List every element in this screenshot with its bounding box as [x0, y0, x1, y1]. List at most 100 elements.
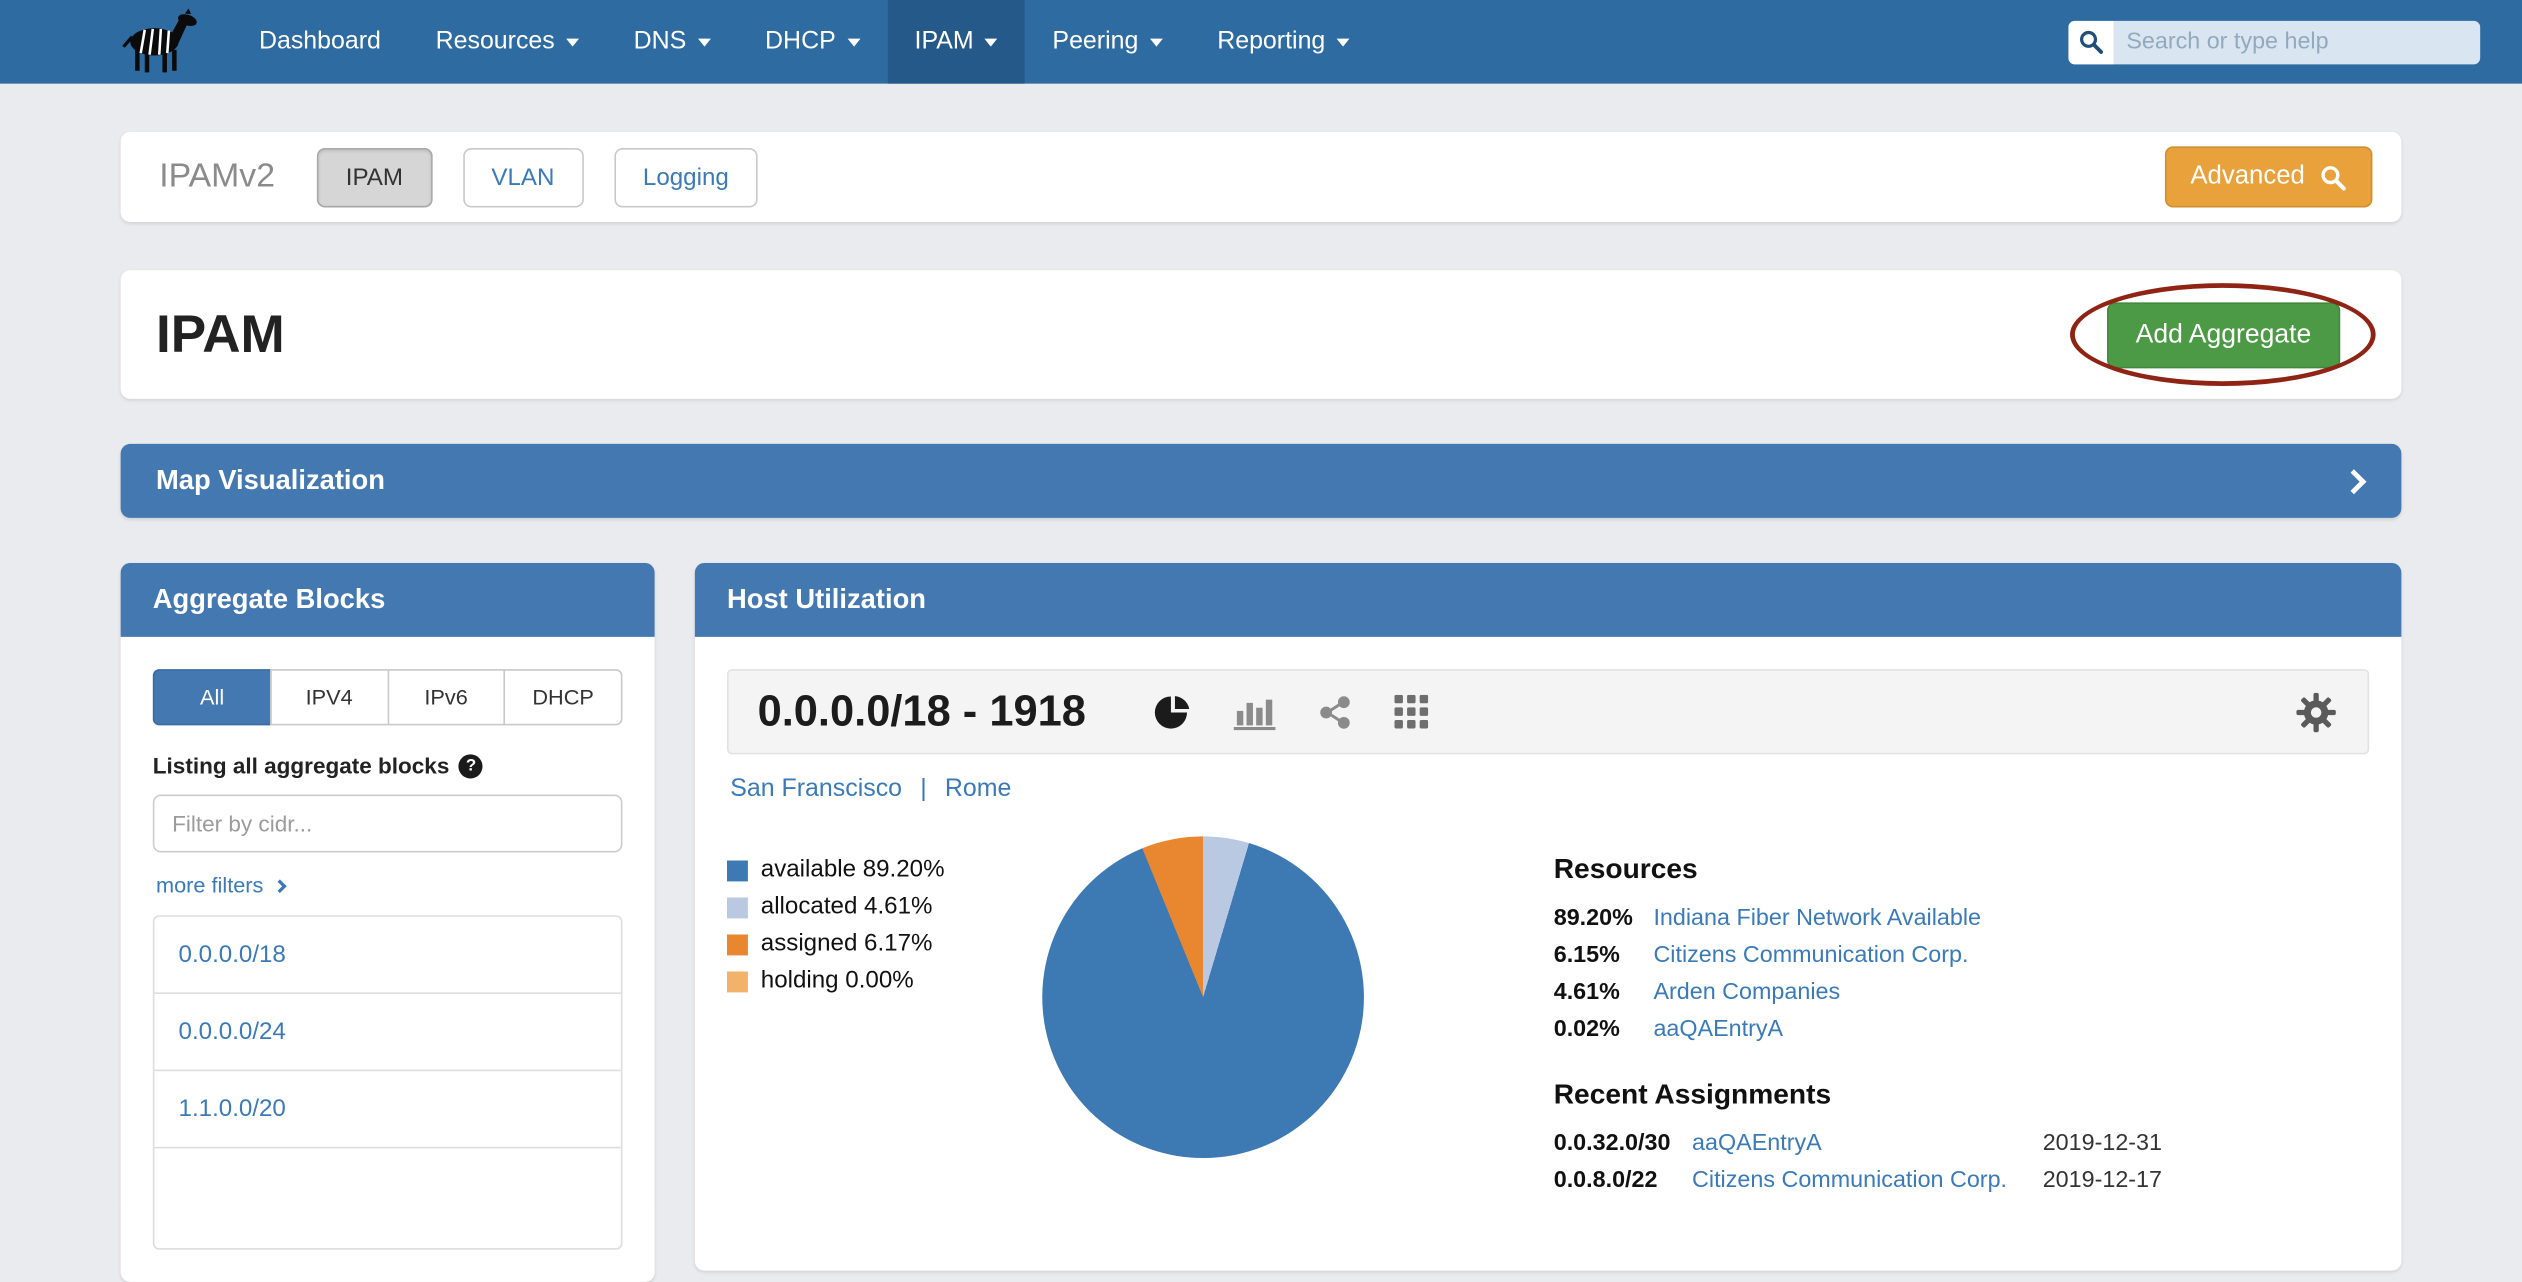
search-icon[interactable]	[2068, 20, 2113, 63]
page-header: IPAM Add Aggregate	[121, 270, 2402, 399]
nav-item-ipam[interactable]: IPAM	[887, 0, 1025, 84]
nav-item-peering[interactable]: Peering	[1025, 0, 1190, 84]
resource-row: 4.61% Arden Companies	[1554, 980, 2162, 1006]
main-columns: Aggregate Blocks All IPV4 IPv6 DHCP List…	[121, 563, 2402, 1282]
nav-item-label: IPAM	[915, 27, 974, 56]
ipamv2-toolbar: IPAMv2 IPAM VLAN Logging Advanced	[121, 132, 2402, 222]
assignment-cidr: 0.0.8.0/22	[1554, 1168, 1692, 1194]
region-link-san-franscisco[interactable]: San Franscisco	[730, 775, 902, 802]
help-icon[interactable]: ?	[459, 754, 483, 778]
resource-link[interactable]: Arden Companies	[1653, 980, 1840, 1006]
search-input[interactable]	[2113, 29, 2480, 55]
resource-link[interactable]: Citizens Communication Corp.	[1653, 943, 1968, 969]
aggregate-block-link[interactable]: 1.1.0.0/20	[154, 1071, 620, 1148]
utilization-pie-chart	[1042, 836, 1364, 1158]
aggregate-blocks-header: Aggregate Blocks	[121, 563, 655, 637]
resource-percent: 6.15%	[1554, 943, 1654, 969]
legend-label: holding 0.00%	[761, 967, 914, 994]
more-filters-link[interactable]: more filters	[156, 873, 284, 897]
page-title: IPAM	[156, 304, 285, 365]
resource-link[interactable]: Indiana Fiber Network Available	[1653, 906, 1981, 932]
add-aggregate-button[interactable]: Add Aggregate	[2107, 302, 2341, 368]
resource-row: 0.02% aaQAEntryA	[1554, 1017, 2162, 1043]
resource-row: 6.15% Citizens Communication Corp.	[1554, 943, 2162, 969]
assignment-cidr: 0.0.32.0/30	[1554, 1131, 1692, 1157]
global-search	[2068, 20, 2480, 63]
nav-item-label: Resources	[436, 27, 555, 56]
legend-item-allocated: allocated 4.61%	[727, 893, 1042, 920]
more-filters-label: more filters	[156, 873, 263, 897]
grid-icon[interactable]	[1395, 695, 1429, 729]
view-toggle-icons	[1154, 692, 1429, 731]
utilization-title-strip: 0.0.0.0/18 - 1918	[727, 669, 2369, 754]
aggregate-block-link[interactable]: 0.0.0.0/24	[154, 994, 620, 1071]
app-root: Dashboard Resources DNS DHCP IPAM Peerin…	[0, 0, 2522, 1206]
resources-title: Resources	[1554, 852, 2162, 886]
filter-dhcp-button[interactable]: DHCP	[504, 669, 623, 725]
assignment-date: 2019-12-31	[2043, 1131, 2162, 1157]
tab-ipam[interactable]: IPAM	[317, 147, 432, 207]
caret-down-icon	[847, 38, 860, 46]
top-navbar: Dashboard Resources DNS DHCP IPAM Peerin…	[0, 0, 2522, 84]
search-icon	[2319, 163, 2346, 190]
zebra-logo[interactable]	[113, 6, 206, 77]
bar-chart-icon[interactable]	[1234, 694, 1276, 729]
chevron-right-icon	[2341, 468, 2366, 493]
filter-ipv4-button[interactable]: IPV4	[270, 669, 389, 725]
filter-all-button[interactable]: All	[153, 669, 272, 725]
nav-item-label: Dashboard	[259, 27, 381, 56]
nav-item-dhcp[interactable]: DHCP	[738, 0, 887, 84]
region-separator: |	[920, 775, 926, 802]
caret-down-icon	[985, 38, 998, 46]
map-visualization-bar[interactable]: Map Visualization	[121, 444, 2402, 518]
pie-legend: available 89.20% allocated 4.61% assigne…	[727, 836, 1042, 1204]
legend-swatch	[727, 971, 748, 992]
legend-item-assigned: assigned 6.17%	[727, 930, 1042, 957]
legend-item-holding: holding 0.00%	[727, 967, 1042, 994]
legend-label: available 89.20%	[761, 856, 945, 883]
nav-item-resources[interactable]: Resources	[408, 0, 606, 84]
zebra-logo-image	[113, 8, 203, 76]
caret-down-icon	[698, 38, 711, 46]
resource-link[interactable]: aaQAEntryA	[1653, 1017, 1783, 1043]
host-utilization-panel: Host Utilization 0.0.0.0/18 - 1918	[695, 563, 2402, 1271]
resource-percent: 0.02%	[1554, 1017, 1654, 1043]
assignment-resource-link[interactable]: Citizens Communication Corp.	[1692, 1168, 2043, 1194]
region-link-rome[interactable]: Rome	[945, 775, 1012, 802]
resource-percent: 4.61%	[1554, 980, 1654, 1006]
utilization-details: Resources 89.20% Indiana Fiber Network A…	[1554, 836, 2162, 1204]
legend-swatch	[727, 897, 748, 918]
tab-vlan[interactable]: VLAN	[462, 147, 583, 207]
nav-item-reporting[interactable]: Reporting	[1190, 0, 1377, 84]
legend-label: assigned 6.17%	[761, 930, 933, 957]
share-icon[interactable]	[1318, 694, 1353, 729]
resource-percent: 89.20%	[1554, 906, 1654, 932]
filter-ipv6-button[interactable]: IPv6	[387, 669, 506, 725]
aggregate-block-link-partial[interactable]	[154, 1148, 620, 1248]
tab-logging[interactable]: Logging	[614, 147, 758, 207]
chevron-right-icon	[273, 879, 287, 893]
nav-item-dns[interactable]: DNS	[606, 0, 737, 84]
advanced-button[interactable]: Advanced	[2165, 146, 2373, 207]
nav-menu: Dashboard Resources DNS DHCP IPAM Peerin…	[232, 0, 1377, 84]
gear-icon[interactable]	[2294, 689, 2339, 734]
pie-chart-icon[interactable]	[1154, 692, 1193, 731]
listing-label-row: Listing all aggregate blocks ?	[153, 753, 623, 779]
add-aggregate-wrap: Add Aggregate	[2107, 302, 2341, 368]
recent-assignments-title: Recent Assignments	[1554, 1078, 2162, 1112]
cidr-filter-input[interactable]	[153, 795, 623, 853]
nav-item-dashboard[interactable]: Dashboard	[232, 0, 409, 84]
assignment-resource-link[interactable]: aaQAEntryA	[1692, 1131, 2043, 1157]
legend-swatch	[727, 861, 748, 882]
nav-item-label: Peering	[1052, 27, 1138, 56]
nav-item-label: DHCP	[765, 27, 836, 56]
aggregate-block-link[interactable]: 0.0.0.0/18	[154, 917, 620, 994]
nav-item-label: DNS	[634, 27, 687, 56]
legend-label: allocated 4.61%	[761, 893, 933, 920]
nav-item-label: Reporting	[1217, 27, 1325, 56]
utilization-content: available 89.20% allocated 4.61% assigne…	[727, 836, 2369, 1204]
legend-item-available: available 89.20%	[727, 856, 1042, 883]
region-links: San Franscisco | Rome	[727, 754, 2369, 804]
host-utilization-body: 0.0.0.0/18 - 1918	[695, 637, 2402, 1237]
map-visualization-label: Map Visualization	[156, 465, 385, 497]
